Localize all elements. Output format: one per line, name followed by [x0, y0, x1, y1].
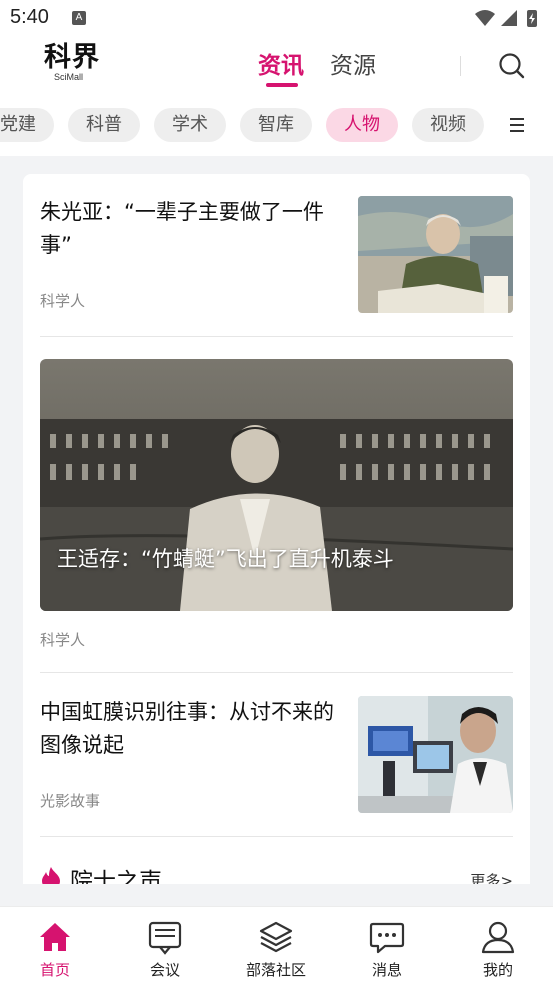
tab-meeting[interactable]: 会议 [110, 907, 220, 984]
article-item[interactable]: 朱光亚：“一辈子主要做了一件事” 科学人 [40, 196, 513, 314]
bottom-tab-bar: 首页 会议 部落社区 消息 我的 [0, 906, 553, 984]
article-item[interactable]: 中国虹膜识别往事：从讨不来的图像说起 光影故事 [40, 696, 513, 814]
tab-label: 部落社区 [245, 961, 306, 979]
article-source: 科学人 [40, 631, 86, 649]
tab-community[interactable]: 部落社区 [221, 907, 331, 984]
menu-icon [510, 118, 524, 132]
app-header: 科界 SciMall 资讯 资源 [0, 36, 553, 92]
search-icon [499, 53, 525, 79]
tab-label: 首页 [39, 961, 70, 979]
category-chip[interactable]: 科普 [68, 108, 140, 142]
tab-label: 我的 [482, 961, 513, 979]
divider [40, 836, 513, 837]
logo-text: 科界 [44, 42, 100, 73]
article-source: 科学人 [40, 292, 86, 310]
signal-icon [501, 10, 517, 26]
category-chip[interactable]: 党建 [0, 108, 54, 142]
community-icon [259, 921, 293, 953]
app-logo: 科界 SciMall [44, 42, 104, 83]
category-chip-active[interactable]: 人物 [326, 108, 398, 142]
section-title: 院士之声 [70, 869, 162, 884]
meeting-icon [148, 921, 182, 955]
status-bar: 5:40 A [0, 0, 553, 36]
category-bar: 党建 科普 学术 智库 人物 视频 [0, 92, 553, 156]
tab-profile[interactable]: 我的 [443, 907, 553, 984]
active-tab-indicator [266, 83, 298, 87]
article-title[interactable]: 朱光亚：“一辈子主要做了一件事” [40, 196, 335, 262]
tab-resources[interactable]: 资源 [330, 46, 376, 80]
divider [40, 336, 513, 337]
section-header: 院士之声 更多> [40, 860, 513, 884]
category-chip[interactable]: 视频 [412, 108, 484, 142]
notification-icon: A [72, 11, 86, 25]
article-title[interactable]: 王适存：“竹蜻蜓”飞出了直升机泰斗 [57, 543, 394, 573]
article-thumbnail[interactable] [358, 696, 513, 813]
tab-news[interactable]: 资讯 [258, 46, 304, 80]
profile-icon [481, 921, 515, 954]
flame-icon [42, 867, 60, 884]
divider [40, 672, 513, 673]
tab-messages[interactable]: 消息 [332, 907, 442, 984]
article-thumbnail[interactable] [358, 196, 513, 313]
category-fade [482, 92, 502, 156]
status-time: 5:40 [10, 6, 49, 28]
status-icons [473, 8, 543, 34]
tab-label: 消息 [371, 961, 402, 979]
tab-home[interactable]: 首页 [0, 907, 110, 984]
message-icon [369, 922, 405, 954]
more-link[interactable]: 更多> [470, 870, 513, 884]
category-chip[interactable]: 学术 [154, 108, 226, 142]
logo-subtext: SciMall [54, 72, 84, 82]
header-divider [460, 56, 461, 76]
news-feed[interactable]: 朱光亚：“一辈子主要做了一件事” 科学人 王适存：“竹蜻蜓”飞出了直升机泰斗 科… [0, 156, 553, 884]
article-title[interactable]: 中国虹膜识别往事：从讨不来的图像说起 [40, 696, 335, 762]
article-source: 光影故事 [40, 792, 101, 810]
wifi-icon [475, 10, 495, 26]
article-hero-image[interactable]: 王适存：“竹蜻蜓”飞出了直升机泰斗 [40, 359, 513, 611]
category-menu-button[interactable] [502, 108, 538, 142]
tab-label: 会议 [149, 961, 180, 979]
category-chip[interactable]: 智库 [240, 108, 312, 142]
home-icon [40, 923, 70, 951]
feed-card: 朱光亚：“一辈子主要做了一件事” 科学人 王适存：“竹蜻蜓”飞出了直升机泰斗 科… [23, 174, 530, 884]
search-button[interactable] [496, 50, 528, 82]
